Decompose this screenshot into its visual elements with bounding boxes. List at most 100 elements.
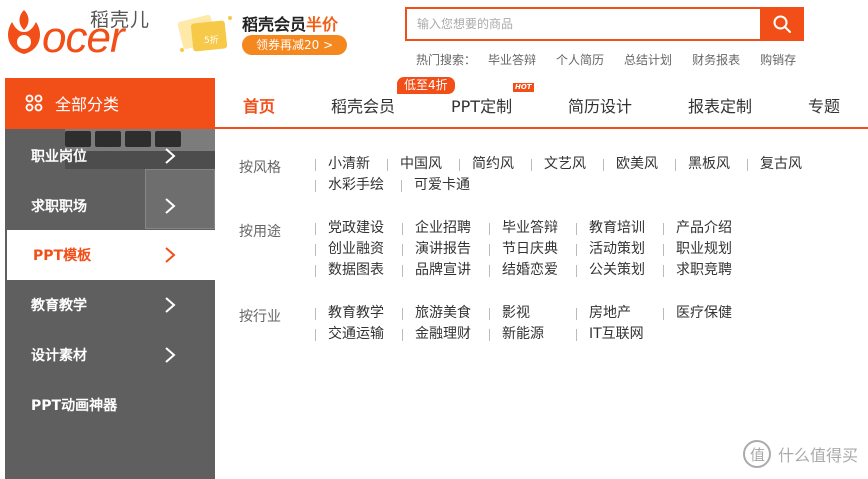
tag-divider [747,158,748,171]
tag-divider [576,328,577,341]
tag-link[interactable]: 黑板风 [675,157,747,172]
nav-report-custom[interactable]: 报表定制 [688,93,752,117]
tag-link[interactable]: 欧美风 [603,157,675,172]
sidebar-item-label: 求职职场 [31,199,87,215]
tag-divider [315,307,316,320]
search-box [405,7,760,41]
nav-resume-design[interactable]: 简历设计 [568,93,632,117]
tag-divider [315,158,316,171]
nav-home[interactable]: 首页 [243,93,275,117]
hot-search-link[interactable]: 总结计划 [624,51,672,68]
tag-link[interactable]: 节日庆典 [489,242,576,257]
vip-card-icon: 5折 [177,14,232,52]
tag-label: 简约风 [472,156,514,172]
tag-divider [402,243,403,256]
tag-divider [315,222,316,235]
sidebar-item-job-hunting[interactable]: 求职职场 [5,181,215,231]
smzdm-logo-icon: 值 [742,440,771,468]
hot-search-link[interactable]: 个人简历 [556,51,604,68]
tag-label: 黑板风 [688,156,730,172]
tag-label: 可爱卡通 [414,177,470,193]
all-categories-label: 全部分类 [55,95,120,114]
tag-divider [402,264,403,277]
tag-label: 教育教学 [328,305,384,321]
tag-link[interactable]: 旅游美食 [402,306,489,321]
tag-divider [387,158,388,171]
tag-label: 房地产 [589,305,631,321]
sidebar-item-job-positions[interactable]: 职业岗位 [5,131,215,181]
tag-link[interactable]: 公关策划 [576,263,663,278]
tag-link[interactable]: 职业规划 [663,242,750,257]
tag-group-label: 按行业 [239,309,281,325]
nav-vip[interactable]: 稻壳会员 [331,93,395,117]
tag-link[interactable]: 复古风 [747,157,819,172]
all-categories-button[interactable]: 全部分类 [5,78,215,128]
tag-divider [576,264,577,277]
tag-link[interactable]: 结婚恋爱 [489,263,576,278]
tag-link[interactable]: 可爱卡通 [401,178,487,193]
nav-topics[interactable]: 专题 [808,93,840,117]
coupon-button-label: 领券再减20 [256,38,320,52]
tag-label: 医疗保健 [676,305,732,321]
tag-link[interactable]: 水彩手绘 [315,178,401,193]
tag-link[interactable]: 简约风 [459,157,531,172]
coupon-button[interactable]: 领券再减20 > [242,35,348,55]
tag-link[interactable]: 品牌宣讲 [402,263,489,278]
tag-link[interactable]: 演讲报告 [402,242,489,257]
tag-label: 欧美风 [616,156,658,172]
category-sidebar: 职业岗位 求职职场 PPT模板 教育教学 设计素材 PPT动画神器 [5,129,215,479]
tag-link[interactable]: 医疗保健 [663,306,750,321]
tag-link[interactable]: 数据图表 [315,263,402,278]
search-button[interactable] [760,7,804,41]
tag-divider [489,243,490,256]
tag-link[interactable]: 求职竞聘 [663,263,750,278]
tag-label: 公关策划 [589,262,645,278]
tag-link[interactable]: 企业招聘 [402,221,489,236]
tag-divider [315,328,316,341]
sidebar-item-ppt-templates[interactable]: PPT模板 [7,230,215,280]
sidebar-item-education[interactable]: 教育教学 [5,280,215,330]
promo-title-prefix: 稻壳会员 [242,15,307,34]
tag-link[interactable]: 影视 [489,306,576,321]
logo-chinese-name: 稻壳儿 [90,9,151,31]
tag-link[interactable]: 小清新 [315,157,387,172]
tag-link[interactable]: 新能源 [489,327,576,342]
hot-search-link[interactable]: 财务报表 [692,51,740,68]
tag-label: 职业规划 [676,241,732,257]
tag-link[interactable]: 教育教学 [315,306,402,321]
sidebar-item-label: 教育教学 [31,298,87,314]
sidebar-item-ppt-animation[interactable]: PPT动画神器 [5,380,215,430]
tag-link[interactable]: 文艺风 [531,157,603,172]
nav-ppt-custom[interactable]: PPT定制 [451,93,512,117]
chevron-right-icon [165,247,176,263]
vip-promo-banner[interactable]: 5折 稻壳会员半价 领券再减20 > [174,6,354,58]
tag-link[interactable]: 产品介绍 [663,221,750,236]
tag-label: 结婚恋爱 [502,262,558,278]
tag-link[interactable]: 活动策划 [576,242,663,257]
tag-label: 复古风 [760,156,802,172]
tag-label: 数据图表 [328,262,384,278]
tag-link[interactable]: 房地产 [576,306,663,321]
tag-label: IT互联网 [589,326,644,342]
tag-link[interactable]: 党政建设 [315,221,402,236]
search-input[interactable] [407,9,760,39]
chevron-right-icon [165,347,176,363]
tag-link[interactable]: IT互联网 [576,327,663,342]
tag-link[interactable]: 创业融资 [315,242,402,257]
tag-link[interactable]: 交通运输 [315,327,402,342]
docer-logo[interactable]: ocer 稻壳儿 [4,2,150,62]
tag-label: 节日庆典 [502,241,558,257]
tag-label: 文艺风 [544,156,586,172]
tag-list: 党政建设 企业招聘 毕业答辩 教育培训 产品介绍创业融资 演讲报告 节日庆典 活动策划 职业规划… [315,221,755,278]
sidebar-item-design-assets[interactable]: 设计素材 [5,330,215,380]
sidebar-item-label: 职业岗位 [31,149,87,165]
tag-divider [663,307,664,320]
hot-search: 热门搜索： 毕业答辩 个人简历 总结计划 财务报表 购销存 [416,51,816,68]
tag-link[interactable]: 毕业答辩 [489,221,576,236]
hot-search-link[interactable]: 毕业答辩 [488,51,536,68]
tag-link[interactable]: 金融理财 [402,327,489,342]
tag-link[interactable]: 中国风 [387,157,459,172]
tag-divider [531,158,532,171]
tag-link[interactable]: 教育培训 [576,221,663,236]
hot-search-link[interactable]: 购销存 [760,51,796,68]
